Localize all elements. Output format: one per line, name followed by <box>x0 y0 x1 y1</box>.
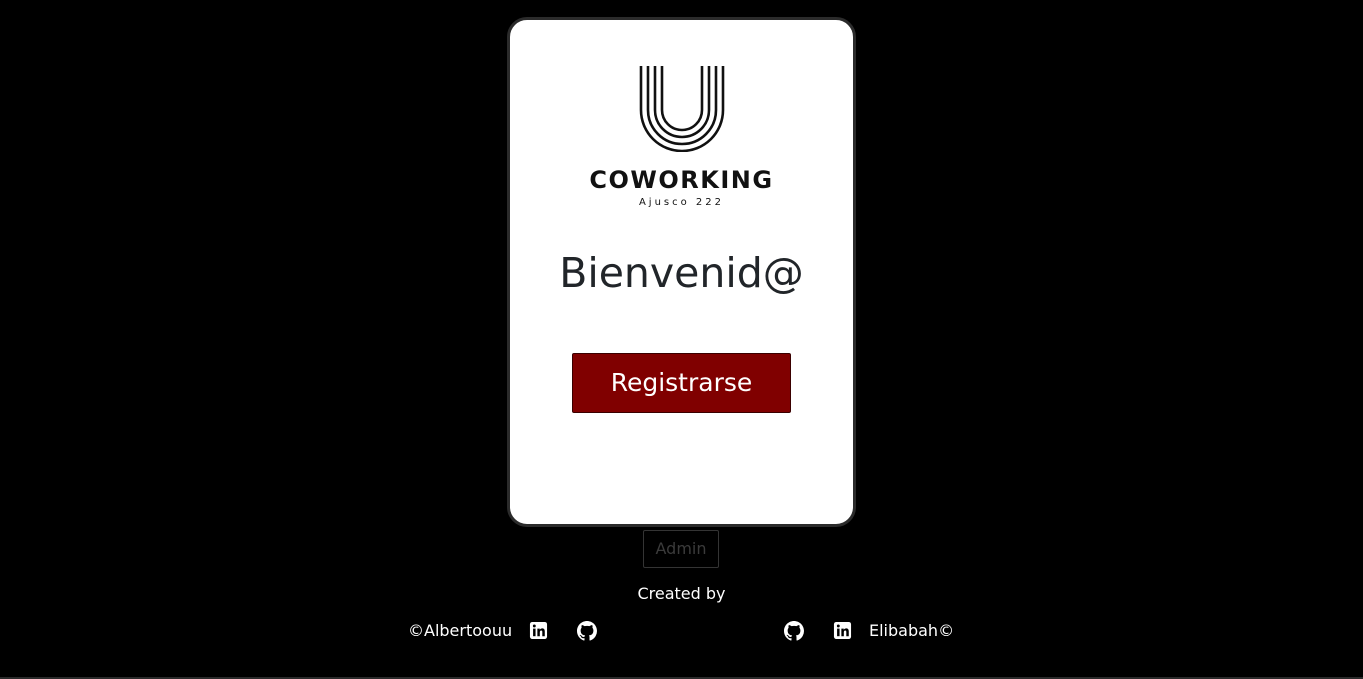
linkedin-icon[interactable] <box>529 621 549 641</box>
github-icon[interactable] <box>577 621 597 641</box>
register-button[interactable]: Registrarse <box>572 353 791 413</box>
page: COWORKING Ajusco 222 Bienvenid@ Registra… <box>0 0 1363 679</box>
logo-name: COWORKING <box>589 166 774 194</box>
welcome-heading: Bienvenid@ <box>559 249 804 297</box>
created-by-label: Created by <box>637 584 726 603</box>
github-icon[interactable] <box>784 621 804 641</box>
logo-subtitle: Ajusco 222 <box>638 197 725 208</box>
welcome-card: COWORKING Ajusco 222 Bienvenid@ Registra… <box>507 17 856 527</box>
linkedin-icon[interactable] <box>833 621 853 641</box>
admin-button[interactable]: Admin <box>643 530 719 568</box>
right-author-name: Elibabah© <box>869 621 955 640</box>
u-logo-icon <box>639 66 724 152</box>
coworking-logo: COWORKING Ajusco 222 <box>510 64 853 224</box>
left-author-name: ©Albertoouu <box>408 621 513 640</box>
